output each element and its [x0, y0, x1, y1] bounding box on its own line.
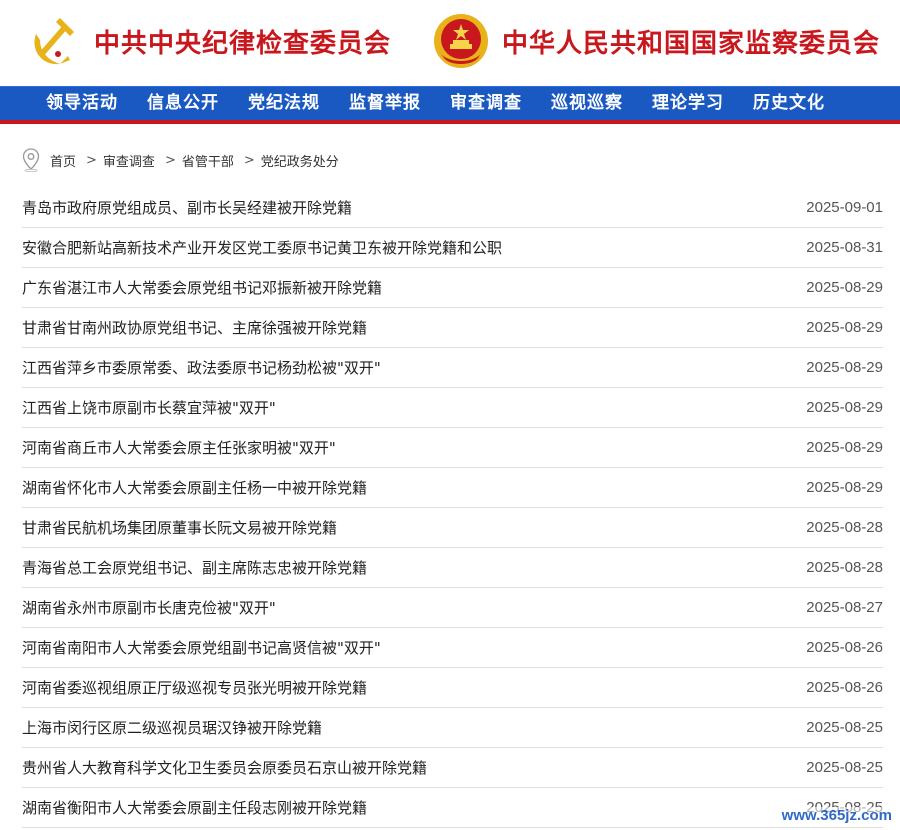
- breadcrumb-current[interactable]: 党纪政务处分: [261, 151, 339, 170]
- list-item: 河南省委巡视组原正厅级巡视专员张光明被开除党籍 2025-08-26: [22, 668, 883, 708]
- article-date: 2025-08-31: [806, 239, 883, 256]
- list-item: 上海市闵行区原二级巡视员琚汉铮被开除党籍 2025-08-25: [22, 708, 883, 748]
- nav-item-leadership[interactable]: 领导活动: [46, 87, 118, 120]
- article-title-link[interactable]: 湖南省永州市原副市长唐克俭被"双开": [22, 597, 276, 618]
- nav-item-theory[interactable]: 理论学习: [652, 87, 724, 120]
- article-title-link[interactable]: 广东省湛江市人大常委会原党组书记邓振新被开除党籍: [22, 277, 382, 298]
- breadcrumb-provincial-cadres[interactable]: 省管干部: [182, 151, 234, 170]
- article-date: 2025-08-29: [806, 359, 883, 376]
- list-item: 甘肃省甘南州政协原党组书记、主席徐强被开除党籍 2025-08-29: [22, 308, 883, 348]
- main-nav: 领导活动 信息公开 党纪法规 监督举报 审查调查 巡视巡察 理论学习 历史文化: [0, 86, 900, 120]
- list-item: 青海省总工会原党组书记、副主席陈志忠被开除党籍 2025-08-28: [22, 548, 883, 588]
- nsc-brand[interactable]: 中华人民共和国国家监察委员会: [432, 12, 880, 70]
- list-item: 安徽合肥新站高新技术产业开发区党工委原书记黄卫东被开除党籍和公职 2025-08…: [22, 228, 883, 268]
- list-item: 贵州省人大教育科学文化卫生委员会原委员石京山被开除党籍 2025-08-25: [22, 748, 883, 788]
- article-title-link[interactable]: 青岛市政府原党组成员、副市长吴经建被开除党籍: [22, 197, 352, 218]
- article-date: 2025-08-26: [806, 679, 883, 696]
- article-date: 2025-08-29: [806, 399, 883, 416]
- article-title-link[interactable]: 甘肃省民航机场集团原董事长阮文易被开除党籍: [22, 517, 337, 538]
- party-emblem-icon: [34, 18, 74, 65]
- article-title-link[interactable]: 江西省萍乡市委原常委、政法委原书记杨劲松被"双开": [22, 357, 381, 378]
- site-watermark: www.365jz.com: [781, 807, 892, 824]
- article-title-link[interactable]: 江西省上饶市原副市长蔡宜萍被"双开": [22, 397, 276, 418]
- article-title-link[interactable]: 河南省委巡视组原正厅级巡视专员张光明被开除党籍: [22, 677, 367, 698]
- article-title-link[interactable]: 甘肃省甘南州政协原党组书记、主席徐强被开除党籍: [22, 317, 367, 338]
- article-date: 2025-08-25: [806, 719, 883, 736]
- ccdi-brand[interactable]: 中共中央纪律检查委员会: [24, 12, 391, 70]
- list-item: 河南省南阳市人大常委会原党组副书记高贤信被"双开" 2025-08-26: [22, 628, 883, 668]
- article-list: 青岛市政府原党组成员、副市长吴经建被开除党籍 2025-09-01 安徽合肥新站…: [22, 188, 883, 828]
- breadcrumb-investigation[interactable]: 审查调查: [103, 151, 155, 170]
- list-item: 甘肃省民航机场集团原董事长阮文易被开除党籍 2025-08-28: [22, 508, 883, 548]
- breadcrumb-separator: >: [86, 152, 97, 168]
- article-date: 2025-08-27: [806, 599, 883, 616]
- article-date: 2025-08-28: [806, 559, 883, 576]
- list-item: 江西省萍乡市委原常委、政法委原书记杨劲松被"双开" 2025-08-29: [22, 348, 883, 388]
- article-date: 2025-08-29: [806, 279, 883, 296]
- site-header: 中共中央纪律检查委员会 中华人民共和国国家监察委员会: [0, 0, 900, 86]
- ccdi-title: 中共中央纪律检查委员会: [94, 28, 392, 59]
- article-date: 2025-08-26: [806, 639, 883, 656]
- breadcrumb-separator: >: [164, 152, 176, 168]
- nav-divider: [0, 120, 900, 124]
- nav-item-history[interactable]: 历史文化: [753, 87, 825, 120]
- list-item: 青岛市政府原党组成员、副市长吴经建被开除党籍 2025-09-01: [22, 188, 883, 228]
- location-pin-icon: [22, 148, 40, 172]
- nav-item-inspection[interactable]: 巡视巡察: [551, 87, 623, 120]
- article-title-link[interactable]: 青海省总工会原党组书记、副主席陈志忠被开除党籍: [22, 557, 367, 578]
- article-title-link[interactable]: 湖南省怀化市人大常委会原副主任杨一中被开除党籍: [22, 477, 367, 498]
- list-item: 湖南省衡阳市人大常委会原副主任段志刚被开除党籍 2025-08-25: [22, 788, 883, 828]
- article-title-link[interactable]: 河南省商丘市人大常委会原主任张家明被"双开": [22, 437, 336, 458]
- list-item: 广东省湛江市人大常委会原党组书记邓振新被开除党籍 2025-08-29: [22, 268, 883, 308]
- article-title-link[interactable]: 安徽合肥新站高新技术产业开发区党工委原书记黄卫东被开除党籍和公职: [22, 237, 502, 258]
- list-item: 湖南省怀化市人大常委会原副主任杨一中被开除党籍 2025-08-29: [22, 468, 883, 508]
- breadcrumb: 首页 > 审查调查 > 省管干部 > 党纪政务处分: [22, 147, 339, 173]
- breadcrumb-home[interactable]: 首页: [50, 151, 76, 170]
- nav-item-investigation[interactable]: 审查调查: [450, 87, 522, 120]
- article-title-link[interactable]: 河南省南阳市人大常委会原党组副书记高贤信被"双开": [22, 637, 381, 658]
- list-item: 河南省商丘市人大常委会原主任张家明被"双开" 2025-08-29: [22, 428, 883, 468]
- article-date: 2025-08-28: [806, 519, 883, 536]
- article-date: 2025-09-01: [806, 199, 883, 216]
- nsc-title: 中华人民共和国国家监察委员会: [502, 28, 881, 59]
- nav-item-report[interactable]: 监督举报: [349, 87, 421, 120]
- article-date: 2025-08-29: [806, 479, 883, 496]
- article-date: 2025-08-29: [806, 319, 883, 336]
- article-title-link[interactable]: 上海市闵行区原二级巡视员琚汉铮被开除党籍: [22, 717, 322, 738]
- national-emblem-icon: [434, 14, 488, 68]
- article-title-link[interactable]: 贵州省人大教育科学文化卫生委员会原委员石京山被开除党籍: [22, 757, 427, 778]
- nav-item-regulations[interactable]: 党纪法规: [248, 87, 320, 120]
- breadcrumb-separator: >: [243, 152, 255, 168]
- list-item: 湖南省永州市原副市长唐克俭被"双开" 2025-08-27: [22, 588, 883, 628]
- article-date: 2025-08-29: [806, 439, 883, 456]
- nav-item-disclosure[interactable]: 信息公开: [147, 87, 219, 120]
- article-title-link[interactable]: 湖南省衡阳市人大常委会原副主任段志刚被开除党籍: [22, 797, 367, 818]
- list-item: 江西省上饶市原副市长蔡宜萍被"双开" 2025-08-29: [22, 388, 883, 428]
- article-date: 2025-08-25: [806, 759, 883, 776]
